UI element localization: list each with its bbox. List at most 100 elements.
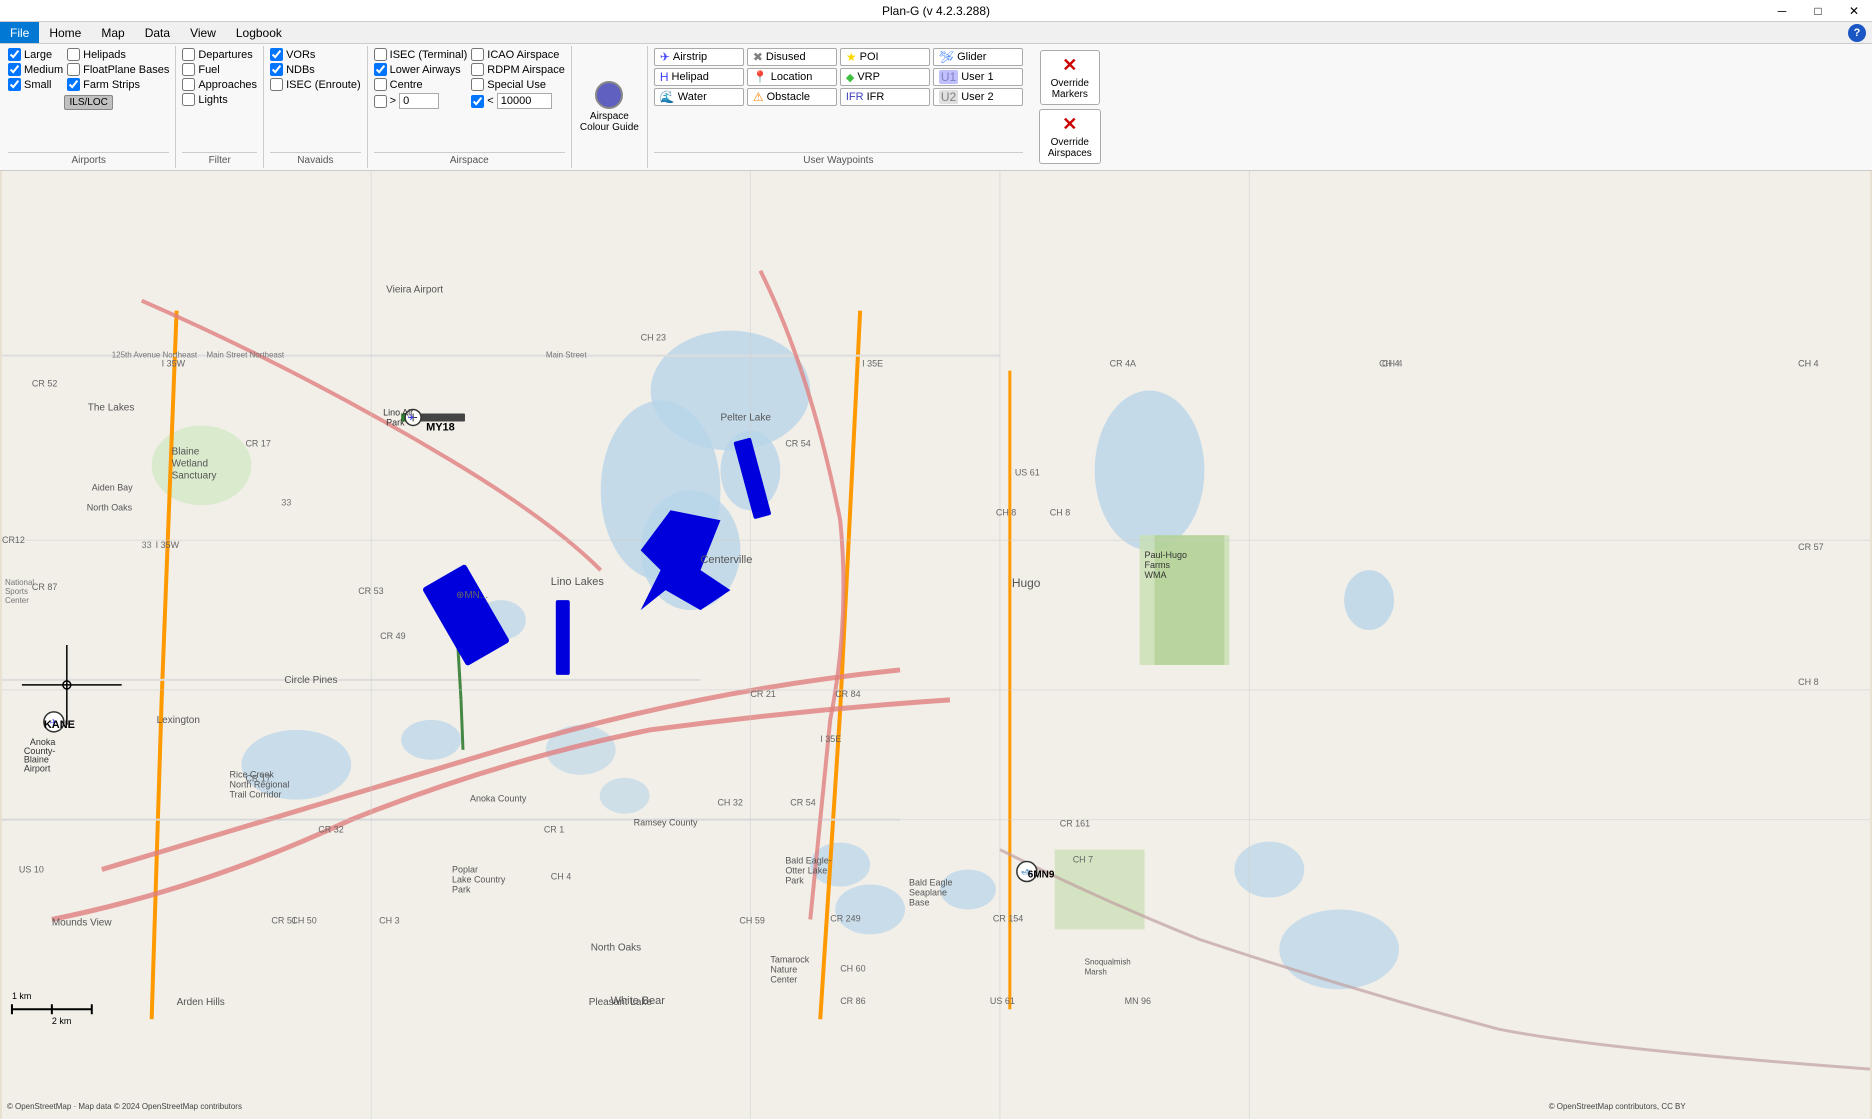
cb-small-row: Small	[8, 78, 63, 91]
disused-icon: ✖	[753, 50, 763, 64]
cb-large[interactable]	[8, 48, 21, 61]
poi-icon: ★	[846, 50, 857, 64]
place-paul-hugo-3: WMA	[1145, 570, 1167, 580]
override-group: ✕ OverrideMarkers ✕ OverrideAirspaces	[1029, 46, 1111, 168]
place-lino-lakes: Lino Lakes	[551, 576, 605, 588]
road-label-CH7: CH 7	[1073, 855, 1093, 865]
menu-view[interactable]: View	[180, 22, 226, 43]
cb-rdpm-row: RDPM Airspace	[471, 63, 565, 76]
road-label-CR32: CR 32	[318, 825, 343, 835]
map-container[interactable]: ✈ MY18 Lino Air Park ✈ KANE Anoka County…	[0, 171, 1872, 1119]
cb-rdpm[interactable]	[471, 63, 484, 76]
cb-gt-label[interactable]: >	[390, 93, 439, 109]
btn-ifr[interactable]: IFR IFR	[840, 88, 930, 106]
lt-input[interactable]	[497, 93, 552, 109]
waypoints-row1: ✈ Airstrip ✖ Disused ★ POI 🛩 Glider	[654, 48, 1023, 66]
cb-lt[interactable]	[471, 95, 484, 108]
override-airspaces-button[interactable]: ✕ OverrideAirspaces	[1039, 109, 1101, 164]
cb-rdpm-label[interactable]: RDPM Airspace	[487, 64, 565, 76]
cb-gt[interactable]	[374, 95, 387, 108]
override-markers-button[interactable]: ✕ OverrideMarkers	[1040, 50, 1100, 105]
cb-icao[interactable]	[471, 48, 484, 61]
cb-lt-label[interactable]: <	[487, 93, 551, 109]
btn-user1[interactable]: U1 User 1	[933, 68, 1023, 86]
place-poplar-3: Park	[452, 884, 471, 894]
cb-lower-airways-label[interactable]: Lower Airways	[390, 64, 461, 76]
cb-small[interactable]	[8, 78, 21, 91]
cb-departures-row: Departures	[182, 48, 257, 61]
cb-small-label[interactable]: Small	[24, 79, 52, 91]
override-markers-x-icon: ✕	[1062, 55, 1077, 76]
menu-file[interactable]: File	[0, 22, 39, 43]
menu-map[interactable]: Map	[91, 22, 134, 43]
btn-location[interactable]: 📍 Location	[747, 68, 837, 86]
cb-vors-label[interactable]: VORs	[286, 49, 315, 61]
btn-vrp[interactable]: ◆ VRP	[840, 68, 930, 86]
btn-poi[interactable]: ★ POI	[840, 48, 930, 66]
road-label-CR154: CR 154	[993, 913, 1023, 923]
cb-large-label[interactable]: Large	[24, 49, 52, 61]
filter-group-label: Filter	[182, 152, 257, 166]
btn-helipad[interactable]: H Helipad	[654, 68, 744, 86]
road-label-CH50: CH 50	[291, 915, 316, 925]
airport-name-MY18: Lino Air	[383, 407, 413, 417]
road-main-st-ne: Main Street Northeast	[207, 351, 285, 360]
cb-floatplane[interactable]	[67, 63, 80, 76]
gt-input[interactable]	[399, 93, 439, 109]
cb-departures[interactable]	[182, 48, 195, 61]
place-ramsey-county: Ramsey County	[634, 818, 698, 828]
titlebar: Plan-G (v 4.2.3.288) ─ □ ✕	[0, 0, 1872, 22]
cb-icao-label[interactable]: ICAO Airspace	[487, 49, 559, 61]
cb-fuel-row: Fuel	[182, 63, 257, 76]
close-button[interactable]: ✕	[1836, 0, 1872, 22]
cb-approaches-label[interactable]: Approaches	[198, 79, 257, 91]
cb-isec-enroute[interactable]	[270, 78, 283, 91]
menu-data[interactable]: Data	[135, 22, 180, 43]
airport-label-KANE: KANE	[44, 719, 75, 731]
help-button[interactable]: ?	[1848, 24, 1866, 42]
cb-centre[interactable]	[374, 78, 387, 91]
cb-vors[interactable]	[270, 48, 283, 61]
road-label-CR53: CR 53	[358, 586, 383, 596]
road-label-CR17-2: CR 17	[245, 774, 270, 784]
cb-floatplane-label[interactable]: FloatPlane Bases	[83, 64, 169, 76]
menu-logbook[interactable]: Logbook	[226, 22, 292, 43]
cb-special-use[interactable]	[471, 78, 484, 91]
cb-helipads-label[interactable]: Helipads	[83, 49, 126, 61]
cb-fuel-label[interactable]: Fuel	[198, 64, 219, 76]
btn-airstrip[interactable]: ✈ Airstrip	[654, 48, 744, 66]
cb-ndbs-label[interactable]: NDBs	[286, 64, 315, 76]
road-label-33-1: 33	[142, 540, 152, 550]
cb-ndbs[interactable]	[270, 63, 283, 76]
minimize-button[interactable]: ─	[1764, 0, 1800, 22]
cb-helipads[interactable]	[67, 48, 80, 61]
cb-medium[interactable]	[8, 63, 21, 76]
cb-fuel[interactable]	[182, 63, 195, 76]
cb-helipads-row: Helipads	[67, 48, 169, 61]
road-label-CR54: CR 54	[785, 438, 810, 448]
btn-user2[interactable]: U2 User 2	[933, 88, 1023, 106]
airport-name-MY18-2: Park	[386, 417, 405, 427]
btn-water[interactable]: 🌊 Water	[654, 88, 744, 106]
cb-isec-terminal[interactable]	[374, 48, 387, 61]
cb-medium-label[interactable]: Medium	[24, 64, 63, 76]
btn-glider[interactable]: 🛩 Glider	[933, 48, 1023, 66]
cb-lower-airways[interactable]	[374, 63, 387, 76]
cb-farmstrips-label[interactable]: Farm Strips	[83, 79, 140, 91]
cb-approaches[interactable]	[182, 78, 195, 91]
cb-centre-label[interactable]: Centre	[390, 79, 423, 91]
maximize-button[interactable]: □	[1800, 0, 1836, 22]
place-paul-hugo: Paul-Hugo	[1145, 550, 1187, 560]
cb-departures-label[interactable]: Departures	[198, 49, 252, 61]
cb-lights-label[interactable]: Lights	[198, 94, 227, 106]
place-white-bear: White Bear	[611, 995, 666, 1007]
cb-lights[interactable]	[182, 93, 195, 106]
cb-isec-terminal-label[interactable]: ISEC (Terminal)	[390, 49, 468, 61]
btn-obstacle[interactable]: ⚠ Obstacle	[747, 88, 837, 106]
menu-home[interactable]: Home	[39, 22, 91, 43]
cb-isec-enroute-label[interactable]: ISEC (Enroute)	[286, 79, 361, 91]
btn-disused[interactable]: ✖ Disused	[747, 48, 837, 66]
cb-farmstrips[interactable]	[67, 78, 80, 91]
cb-special-use-label[interactable]: Special Use	[487, 79, 546, 91]
road-label-CH23: CH 23	[641, 333, 666, 343]
